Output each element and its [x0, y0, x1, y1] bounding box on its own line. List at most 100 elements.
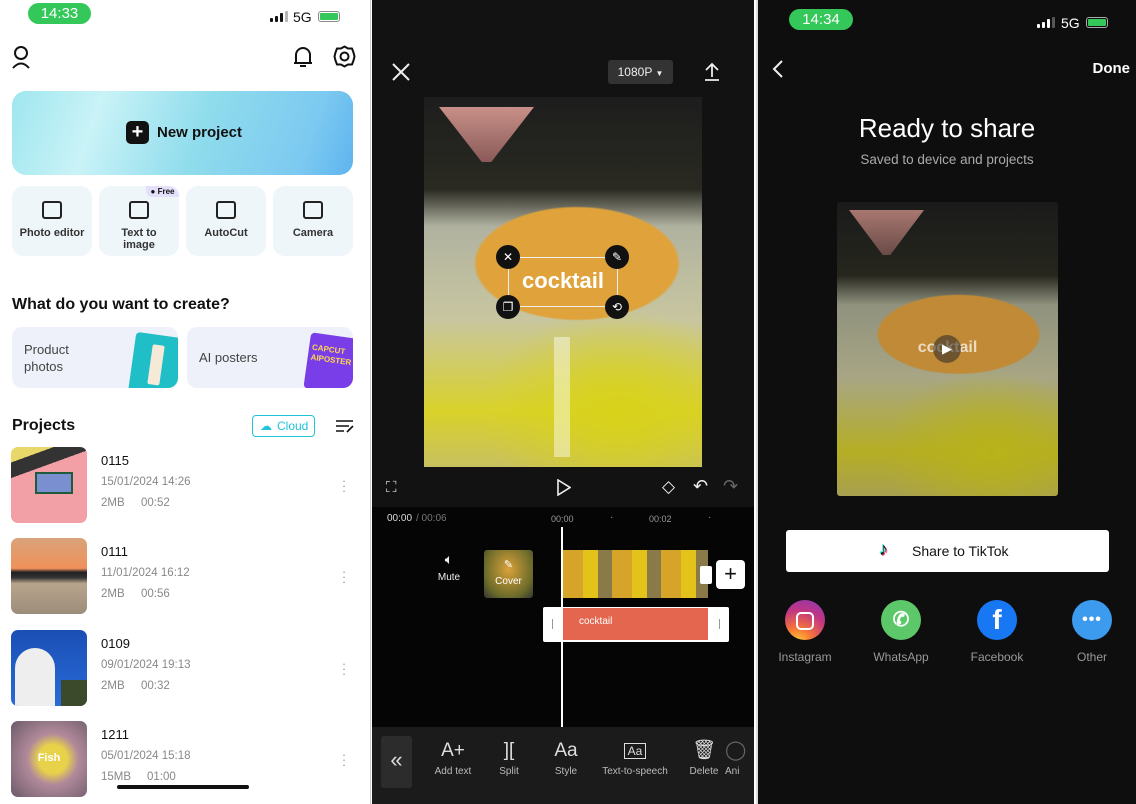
- facebook-icon: f: [977, 600, 1017, 640]
- text-clip[interactable]: cocktail: [543, 607, 729, 642]
- delete-text-icon[interactable]: ✕: [496, 245, 520, 269]
- plus-icon: +: [126, 121, 149, 144]
- playhead[interactable]: [561, 527, 563, 727]
- tool-autocut[interactable]: AutoCut: [186, 186, 266, 256]
- tool-text-to-speech[interactable]: Aa Text-to-speech: [595, 738, 675, 777]
- ruler-tick: 00:02: [649, 514, 672, 524]
- project-size: 2MB: [101, 497, 125, 509]
- share-facebook[interactable]: f Facebook: [957, 600, 1037, 664]
- project-size: 2MB: [101, 588, 125, 600]
- mute-button[interactable]: 🔈︎ Mute: [427, 551, 471, 583]
- undo-icon[interactable]: ↶: [693, 476, 708, 497]
- battery-icon: [1086, 17, 1108, 28]
- animation-icon: ◯: [725, 740, 747, 761]
- text-clip-label: cocktail: [579, 616, 613, 627]
- export-upload-icon[interactable]: [704, 62, 720, 81]
- add-clip-button[interactable]: +: [716, 560, 745, 589]
- tool-style[interactable]: Aa Style: [526, 738, 606, 777]
- ai-poster-image: CAPCUT AIPOSTER: [303, 332, 353, 388]
- rotate-scale-icon[interactable]: ⟲: [605, 295, 629, 319]
- glass-stem: [554, 337, 570, 457]
- project-name: 1211: [101, 727, 129, 742]
- video-clip-strip[interactable]: [563, 550, 708, 598]
- new-project-button[interactable]: + New project: [12, 91, 353, 175]
- project-name: 0109: [101, 636, 130, 651]
- share-whatsapp[interactable]: ✆ WhatsApp: [861, 600, 941, 664]
- more-options-icon[interactable]: · · ·: [341, 565, 347, 588]
- autocut-icon: [216, 201, 236, 219]
- cloud-label: Cloud: [277, 419, 309, 433]
- project-thumbnail: Fish: [11, 721, 87, 797]
- new-project-label: New project: [157, 124, 243, 141]
- tool-animation[interactable]: ◯ Ani: [725, 738, 754, 777]
- card-product-photos[interactable]: Product photos: [12, 327, 178, 388]
- trim-handle-left[interactable]: [552, 619, 553, 629]
- free-badge: ● Free: [146, 186, 179, 197]
- home-indicator[interactable]: [117, 785, 249, 789]
- video-preview[interactable]: cocktail ✕ ✎ ❐ ⟲: [424, 97, 702, 467]
- close-icon[interactable]: [392, 63, 410, 81]
- tool-photo-editor[interactable]: Photo editor: [12, 186, 92, 256]
- share-other[interactable]: ••• Other: [1052, 600, 1132, 664]
- share-instagram[interactable]: Instagram: [765, 600, 845, 664]
- more-options-icon[interactable]: · · ·: [341, 657, 347, 680]
- redo-icon[interactable]: ↷: [723, 476, 738, 497]
- project-row[interactable]: 0109 09/01/2024 19:13 2MB 00:32 · · ·: [0, 630, 370, 707]
- settings-gear-icon[interactable]: [333, 45, 356, 68]
- text-selection-box[interactable]: cocktail: [508, 257, 618, 307]
- resolution-dropdown[interactable]: 1080P ▼: [608, 60, 673, 84]
- collapse-toolbar-button[interactable]: «: [381, 736, 412, 788]
- status-time: 14:33: [28, 3, 91, 24]
- thumbnail-text: Fish: [37, 752, 61, 764]
- profile-icon[interactable]: [11, 45, 31, 69]
- project-date: 05/01/2024 15:18: [101, 750, 191, 762]
- more-icon: •••: [1072, 600, 1112, 640]
- keyframe-icon[interactable]: ◇: [662, 477, 675, 497]
- card-ai-posters[interactable]: AI posters CAPCUT AIPOSTER: [187, 327, 353, 388]
- tool-text-to-image[interactable]: Text to image ● Free: [99, 186, 179, 256]
- clip-trim-handle[interactable]: [700, 566, 712, 584]
- trim-handle-right[interactable]: [719, 619, 720, 629]
- project-thumbnail: [11, 447, 87, 523]
- project-duration: 01:00: [147, 771, 176, 783]
- pink-glass: [849, 210, 924, 255]
- video-thumbnail[interactable]: cocktail ▶: [837, 202, 1058, 496]
- sort-edit-icon[interactable]: [335, 419, 354, 433]
- network-label: 5G: [1061, 15, 1080, 31]
- current-time: 00:00: [387, 513, 413, 524]
- more-options-icon[interactable]: · · ·: [341, 748, 347, 771]
- bell-icon[interactable]: [292, 45, 314, 69]
- tiktok-label: Share to TikTok: [912, 543, 1009, 559]
- perfume-image: [128, 331, 178, 388]
- project-row[interactable]: 0115 15/01/2024 14:26 2MB 00:52 · · ·: [0, 447, 370, 524]
- tool-label: Text to image: [121, 227, 157, 251]
- project-name: 0111: [101, 544, 128, 559]
- done-button[interactable]: Done: [1093, 60, 1131, 77]
- tool-label: Style: [554, 766, 578, 777]
- project-size: 15MB: [101, 771, 132, 783]
- share-to-tiktok-button[interactable]: ♪ Share to TikTok: [786, 530, 1109, 572]
- back-chevron-icon[interactable]: [772, 60, 784, 78]
- share-label: WhatsApp: [873, 650, 929, 664]
- total-time: / 00:06: [416, 513, 447, 524]
- cover-button[interactable]: ✎ Cover: [484, 550, 533, 598]
- project-row[interactable]: 0111 11/01/2024 16:12 2MB 00:56 · · ·: [0, 538, 370, 615]
- play-icon[interactable]: ▶: [933, 335, 961, 363]
- duplicate-icon[interactable]: ❐: [496, 295, 520, 319]
- play-icon[interactable]: [556, 479, 571, 496]
- project-date: 09/01/2024 19:13: [101, 659, 191, 671]
- cloud-button[interactable]: ☁ Cloud: [252, 415, 315, 437]
- battery-icon: [318, 11, 340, 22]
- fullscreen-icon[interactable]: ⛶: [386, 479, 397, 496]
- projects-heading: Projects: [12, 417, 76, 434]
- text-clip-body: cocktail: [563, 608, 708, 640]
- timeline[interactable]: 00:00 / 00:06 00:00 · 00:02 · 🔈︎ Mute ✎ …: [372, 507, 754, 727]
- tool-label: Camera: [292, 227, 334, 239]
- pink-glass: [439, 107, 534, 162]
- more-options-icon[interactable]: · · ·: [341, 474, 347, 497]
- edit-pencil-icon[interactable]: ✎: [605, 245, 629, 269]
- tool-camera[interactable]: Camera: [273, 186, 353, 256]
- caret-down-icon: ▼: [655, 69, 664, 78]
- overlay-text[interactable]: cocktail: [509, 268, 617, 294]
- text-to-speech-icon: Aa: [623, 743, 647, 759]
